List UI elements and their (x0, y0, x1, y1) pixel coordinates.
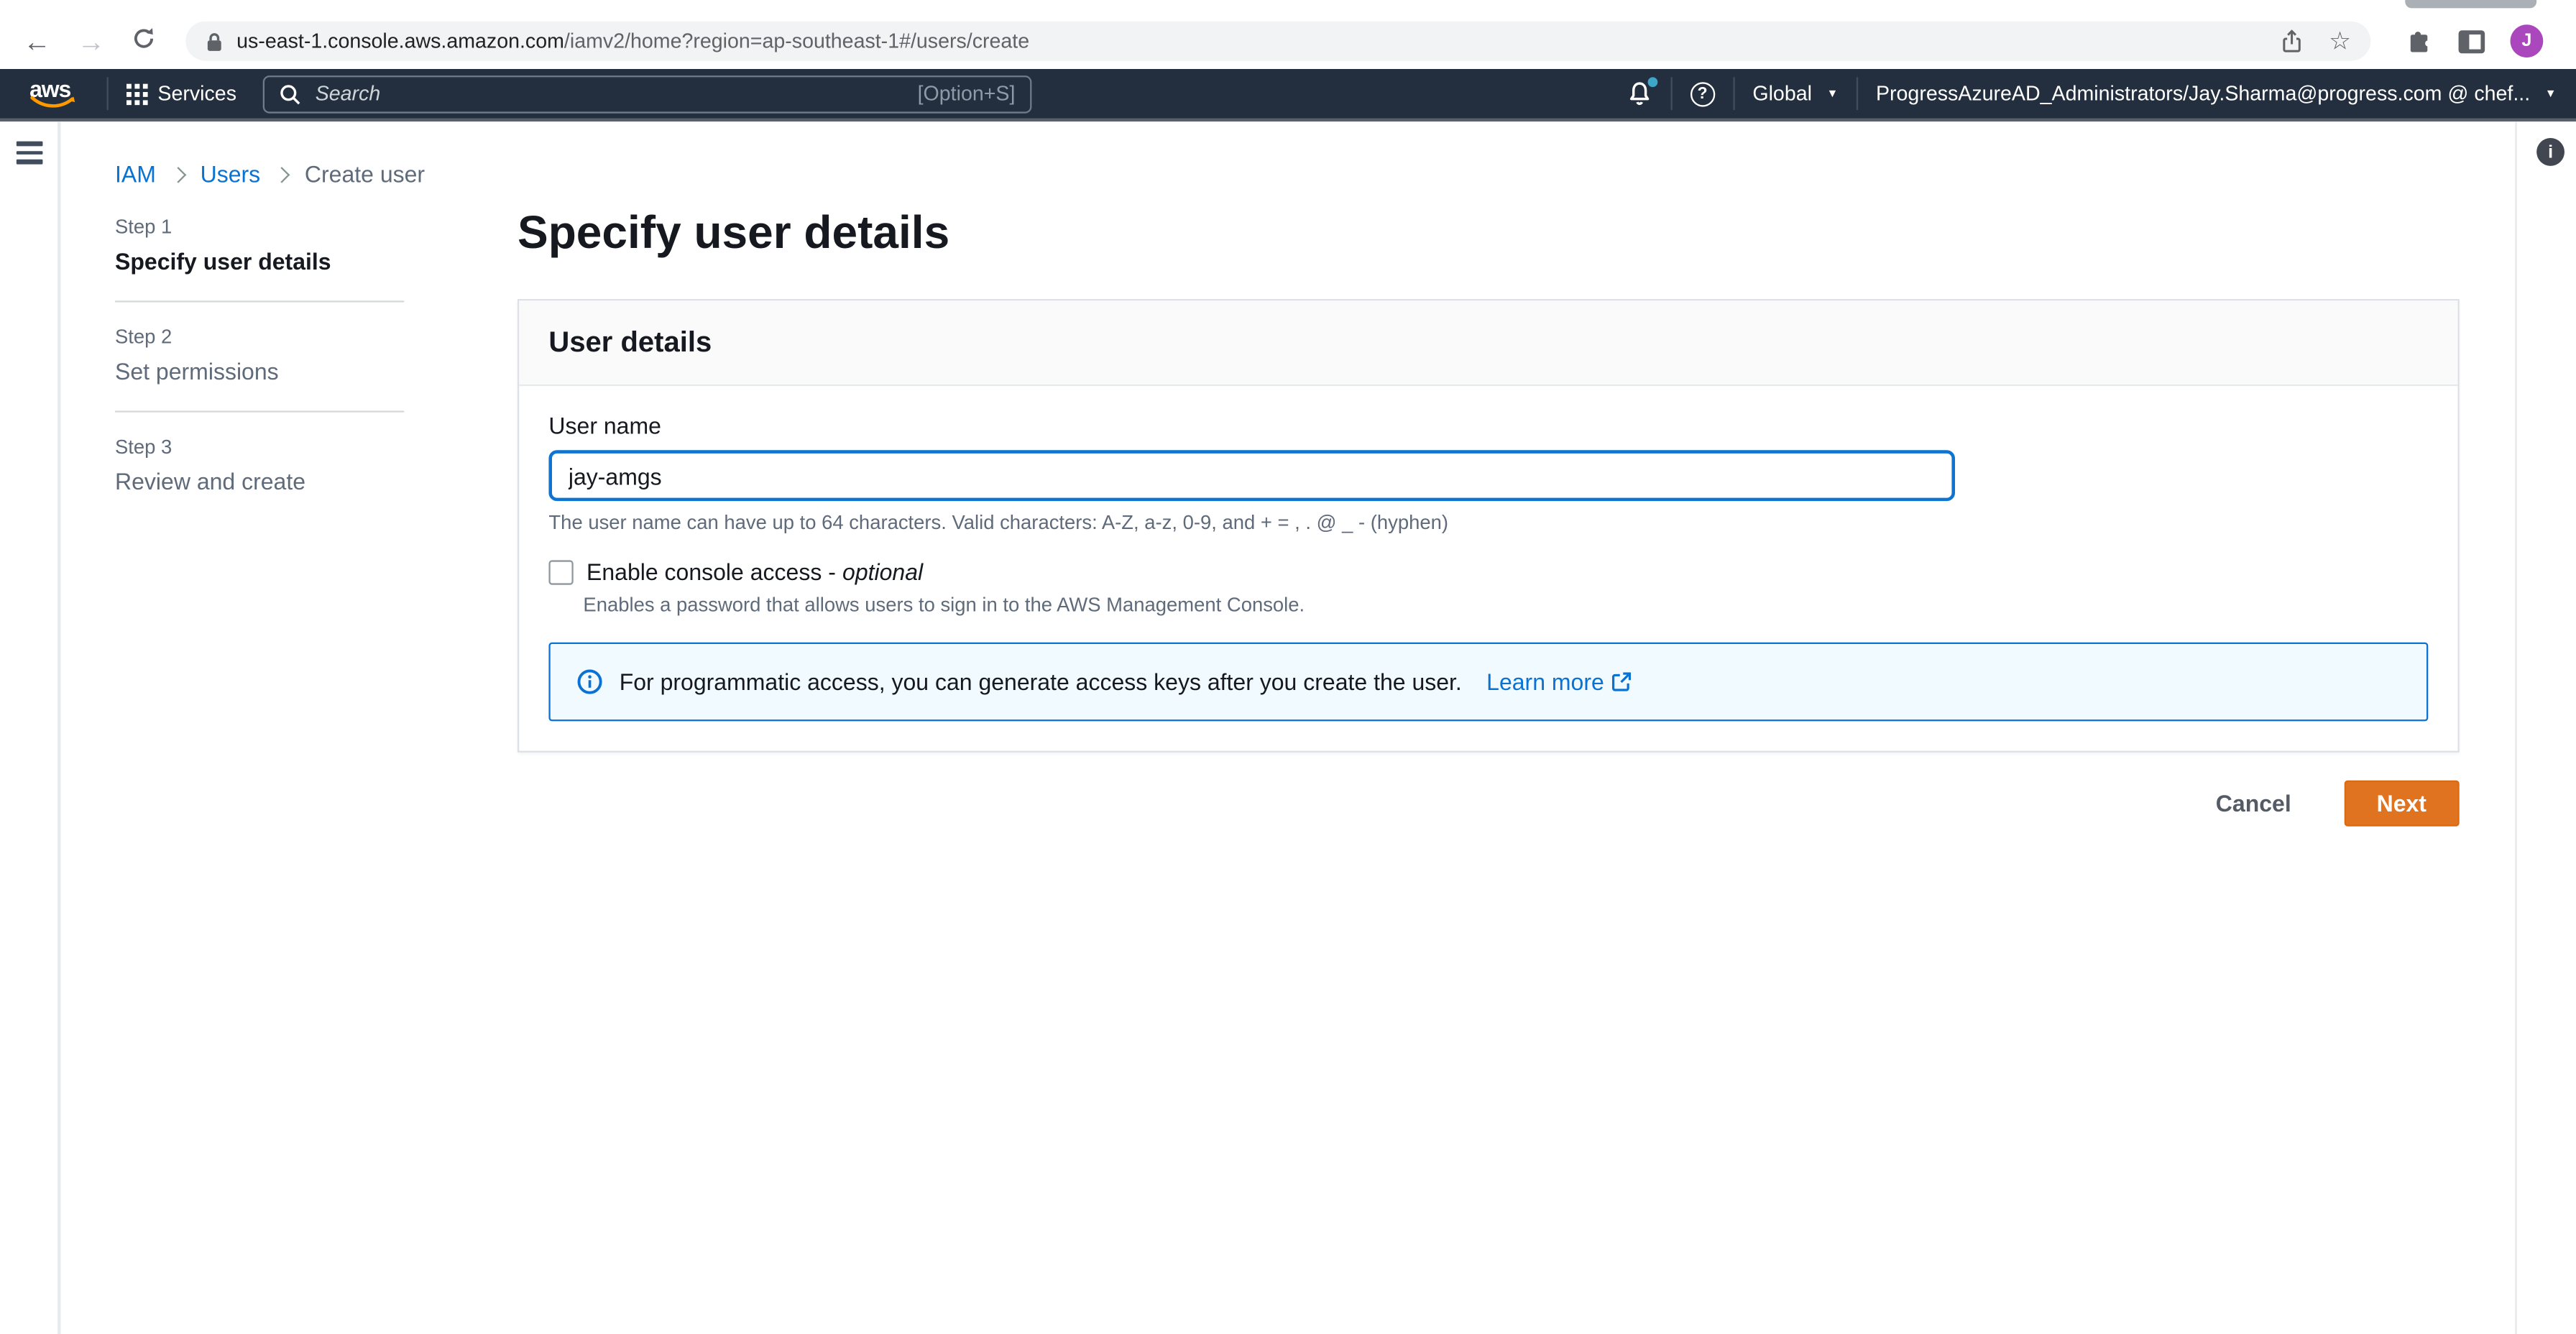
next-button[interactable]: Next (2343, 780, 2460, 827)
hamburger-menu-icon[interactable] (16, 141, 43, 169)
console-access-optional: optional (842, 558, 924, 585)
lock-icon[interactable] (206, 30, 224, 52)
step-3-title: Review and create (115, 468, 306, 495)
nav-divider (1732, 77, 1735, 111)
chevron-down-icon: ▼ (1826, 88, 1839, 100)
breadcrumb-users[interactable]: Users (201, 161, 261, 188)
info-alert: For programmatic access, you can generat… (548, 642, 2429, 722)
card-body: User name The user name can have up to 6… (519, 386, 2457, 750)
services-grid-icon (126, 83, 148, 105)
forward-icon[interactable]: → (77, 27, 105, 55)
breadcrumb-current: Create user (304, 161, 426, 188)
region-label: Global (1752, 82, 1812, 106)
region-selector[interactable]: Global ▼ (1752, 82, 1838, 105)
username-label: User name (548, 412, 661, 439)
console-access-row: Enable console access - optional (548, 557, 2428, 586)
screen: ← → us-east-1.console.aws.amazon.com/iam… (0, 0, 2576, 1334)
services-label: Services (157, 82, 236, 106)
alert-text: For programmatic access, you can generat… (619, 668, 1462, 695)
cancel-button[interactable]: Cancel (2206, 788, 2301, 818)
notifications-button[interactable] (1626, 77, 1657, 107)
account-menu[interactable]: ProgressAzureAD_Administrators/Jay.Sharm… (1876, 82, 2557, 105)
url-text: us-east-1.console.aws.amazon.com/iamv2/h… (236, 29, 2266, 52)
console-access-checkbox[interactable] (548, 560, 574, 585)
search-input[interactable] (312, 80, 906, 107)
aws-top-nav: aws Services [Option+S] (0, 69, 2576, 122)
step-3: Step 3 Review and create (115, 413, 404, 521)
main-panel: Specify user details User details User n… (518, 203, 2460, 827)
nav-divider (1856, 77, 1858, 111)
aws-logo[interactable]: aws (29, 75, 79, 111)
account-label: ProgressAzureAD_Administrators/Jay.Sharm… (1875, 82, 2531, 106)
learn-more-label: Learn more (1486, 668, 1604, 695)
step-3-label: Step 3 (115, 435, 172, 459)
step-1-label: Step 1 (115, 215, 172, 239)
search-icon (280, 84, 300, 104)
console-search[interactable]: [Option+S] (262, 75, 1032, 113)
console-access-hint: Enables a password that allows users to … (583, 593, 1305, 617)
username-hint: The user name can have up to 64 characte… (548, 510, 1449, 534)
user-details-card: User details User name The user name can… (518, 299, 2460, 753)
console-access-label-text: Enable console access - (586, 558, 836, 585)
breadcrumb-iam[interactable]: IAM (115, 161, 156, 188)
reload-icon[interactable] (132, 27, 156, 56)
help-button[interactable]: ? (1690, 81, 1715, 106)
tab-remnant (2405, 0, 2537, 9)
browser-profile-avatar[interactable]: J (2510, 24, 2544, 58)
info-icon (577, 669, 602, 694)
extensions-icon[interactable] (2407, 28, 2434, 55)
console-access-label[interactable]: Enable console access - optional (586, 557, 923, 586)
aws-smile-icon (30, 96, 75, 108)
browser-tabstrip (0, 0, 2576, 14)
page-title: Specify user details (518, 207, 950, 258)
chevron-right-icon (274, 167, 291, 183)
card-header: User details (519, 300, 2458, 387)
back-icon[interactable]: ← (23, 27, 51, 55)
info-panel-toggle[interactable]: i (2536, 138, 2565, 166)
wizard-steps: Step 1 Specify user details Step 2 Set p… (115, 215, 405, 521)
wizard-actions: Cancel Next (518, 780, 2460, 827)
breadcrumb: IAM Users Create user (115, 161, 425, 188)
url-bar[interactable]: us-east-1.console.aws.amazon.com/iamv2/h… (185, 21, 2371, 61)
share-icon[interactable] (2280, 29, 2303, 53)
step-1: Step 1 Specify user details (115, 215, 405, 303)
step-2-title: Set permissions (115, 358, 279, 385)
learn-more-link[interactable]: Learn more (1486, 666, 1632, 699)
browser-actions: J ⋮ (2407, 24, 2576, 58)
nav-divider (106, 77, 109, 111)
reload-glyph (134, 28, 154, 48)
help-panel-divider (2515, 121, 2517, 1334)
step-2-label: Step 2 (115, 325, 172, 349)
browser-toolbar: ← → us-east-1.console.aws.amazon.com/iam… (0, 13, 2576, 70)
url-host: us-east-1.console.aws.amazon.com (236, 29, 564, 53)
step-2: Step 2 Set permissions (115, 303, 405, 413)
chevron-right-icon (170, 167, 187, 183)
url-path: /iamv2/home?region=ap-southeast-1#/users… (564, 29, 1030, 53)
console-content: i IAM Users Create user Step 1 Specify u… (0, 121, 2576, 1334)
notification-badge (1647, 77, 1657, 88)
step-1-title: Specify user details (115, 248, 331, 275)
nav-divider (1670, 77, 1673, 111)
card-title: User details (548, 325, 712, 359)
bookmark-star-icon[interactable]: ☆ (2329, 27, 2351, 56)
left-rail-divider (58, 121, 61, 1334)
username-input[interactable] (548, 450, 1955, 502)
search-shortcut: [Option+S] (917, 82, 1016, 106)
services-menu[interactable]: Services (126, 82, 236, 105)
browser-menu-icon[interactable]: ⋮ (2568, 27, 2576, 56)
side-panel-icon[interactable] (2457, 29, 2485, 53)
external-link-icon (1612, 672, 1632, 691)
chevron-down-icon: ▼ (2544, 88, 2557, 100)
